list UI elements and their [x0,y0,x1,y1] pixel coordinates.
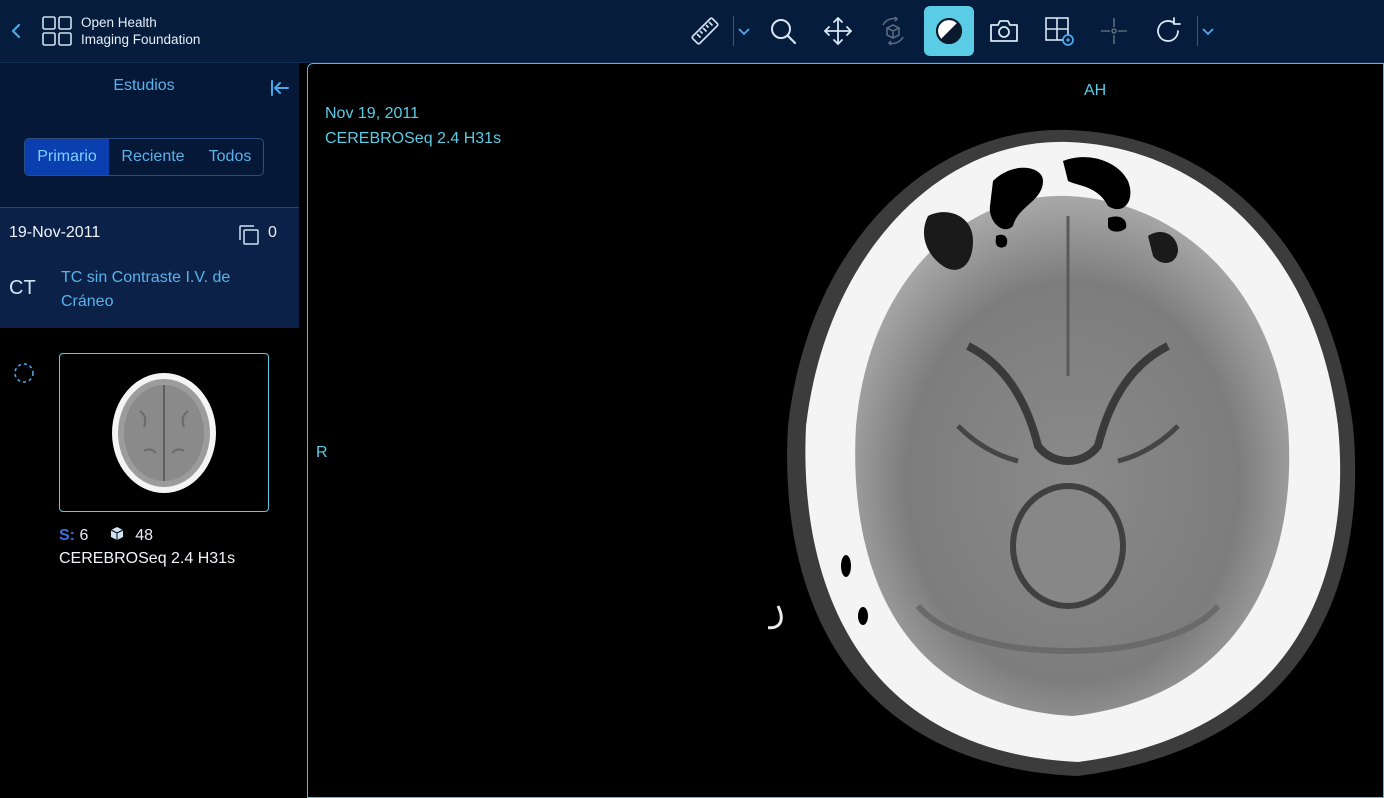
crosshair-icon [1101,18,1127,44]
series-name: CEREBROSeq 2.4 H31s [59,550,236,567]
study-date: 19-Nov-2011 [9,224,101,241]
series-number: 6 [79,527,89,544]
measure-dropdown-chevron-icon[interactable] [736,20,752,42]
layout-tool-button[interactable] [1034,6,1084,56]
layout-gear-icon [1045,17,1074,46]
toolbar [0,0,1384,62]
study-modality: CT [9,277,36,299]
pan-tool-button[interactable] [813,6,863,56]
tab-todos[interactable]: Todos [197,139,263,175]
orientation-marker-top: AH [1084,82,1107,99]
orientation-marker-left: R [316,444,328,461]
move-arrows-icon [824,17,852,45]
panel-title: Estudios [113,77,175,94]
toolbar-divider [1197,16,1198,46]
rotate-icon [1157,17,1181,42]
studies-panel: Estudios Primario Reciente Todos 19-Nov-… [0,63,299,798]
capture-tool-button[interactable] [979,6,1029,56]
tab-primario[interactable]: Primario [25,139,109,175]
window-level-tool-button[interactable] [924,6,974,56]
camera-icon [990,20,1018,42]
study-description: TC sin Contraste I.V. de Cráneo [61,269,231,310]
loading-circle-icon [14,363,34,383]
cube-rotate-icon [882,16,904,46]
magnifier-icon [771,19,797,45]
copy-icon [239,225,259,245]
contrast-icon [936,18,962,44]
top-header: Open Health Imaging Foundation [0,0,1384,63]
series-count: 0 [268,224,277,241]
tab-reciente[interactable]: Reciente [109,139,197,175]
ct-brain-image [768,129,1356,776]
studies-panel-header: Estudios Primario Reciente Todos [0,63,299,207]
toolbar-divider [733,16,734,46]
rotate-3d-tool-button[interactable] [868,6,918,56]
reset-dropdown-chevron-icon[interactable] [1200,20,1216,42]
brain-thumbnail-image [112,372,216,493]
image-viewport[interactable]: Nov 19, 2011 CEREBROSeq 2.4 H31s AH R [307,63,1384,798]
study-filter-tabs: Primario Reciente Todos [24,138,264,176]
series-thumbnail[interactable] [59,353,269,512]
study-item[interactable]: 19-Nov-2011 0 CT TC sin Contraste I.V. d… [0,207,299,328]
overlay-series-description: CEREBROSeq 2.4 H31s [325,130,502,147]
instance-count: 48 [135,527,154,544]
cube-icon [110,527,124,540]
crosshairs-tool-button[interactable] [1089,6,1139,56]
series-number-label: S: [59,527,75,544]
collapse-left-icon[interactable] [268,77,292,99]
measure-tool-button[interactable] [680,6,730,56]
zoom-tool-button[interactable] [758,6,808,56]
overlay-study-date: Nov 19, 2011 [325,105,419,122]
ruler-icon [691,17,719,45]
reset-tool-button[interactable] [1143,6,1193,56]
series-meta: S: 6 48 [59,526,153,545]
